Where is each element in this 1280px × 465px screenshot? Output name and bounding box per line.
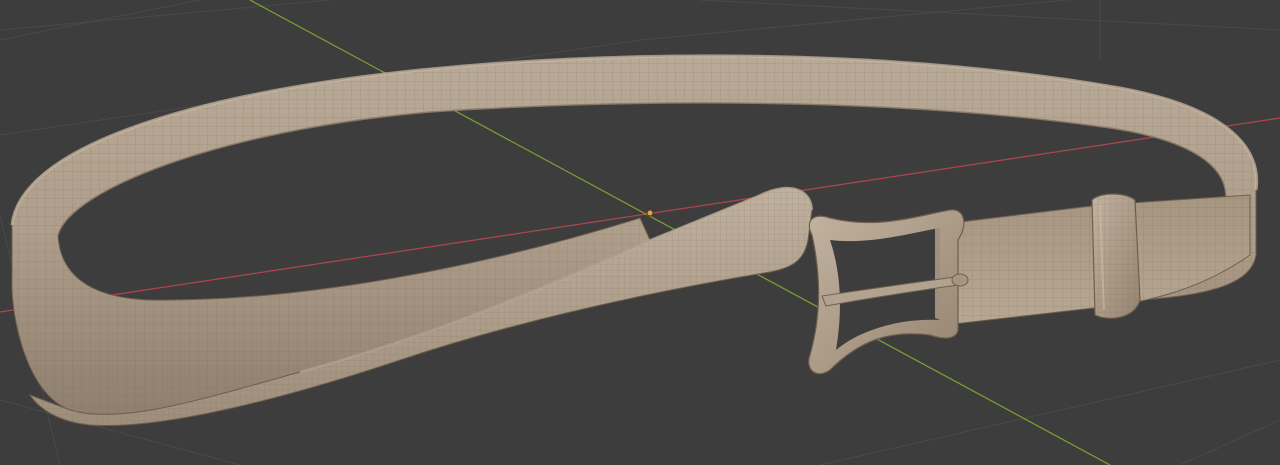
belt-buckle-strap[interactable] — [928, 194, 1251, 326]
belt-loop[interactable] — [1091, 193, 1141, 319]
origin-dot-icon[interactable] — [646, 209, 654, 217]
buckle-frame[interactable] — [808, 209, 969, 375]
3d-viewport[interactable] — [0, 0, 1280, 465]
